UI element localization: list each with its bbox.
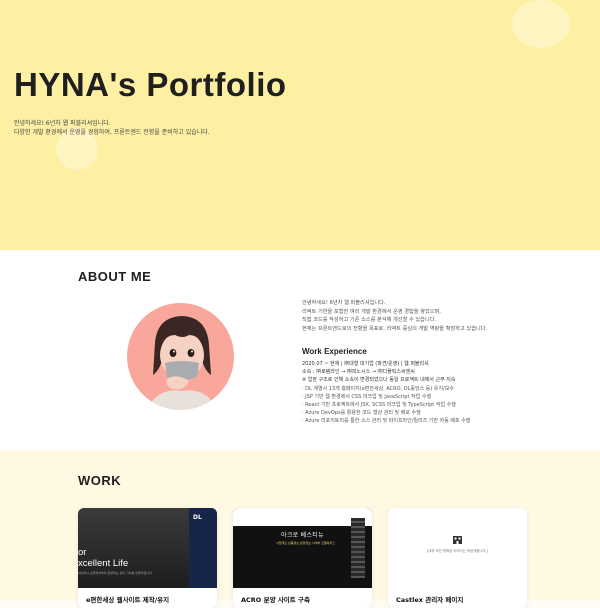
thumbnail-nav: 사업개요 상품정보 분양정보 사이버 모델하우스 bbox=[276, 541, 336, 545]
work-thumbnail: 아크로 베스티뉴 사업개요 상품정보 분양정보 사이버 모델하우스 bbox=[233, 508, 372, 588]
hero-intro: 안녕하세요! 6년차 웹 퍼블리셔입니다. 다양한 개발 환경에서 운영을 경험… bbox=[14, 119, 210, 137]
page-title: HYNA's Portfolio bbox=[14, 66, 287, 103]
experience-period: 2020.07 ~ 현재 | ㈜대형 대기업 (파견/운영) | 웹 퍼블리셔 bbox=[302, 361, 429, 367]
thumbnail-headline: or xcellent Life bbox=[78, 547, 128, 569]
work-card-eplus[interactable]: or xcellent Life 하나하나 손끝에서부터 완성되는 삶의 가치를… bbox=[78, 508, 217, 608]
about-intro: 안녕하세요! 6년차 웹 퍼블리셔입니다. 리액트 기반을 포함한 여러 개발 … bbox=[302, 299, 592, 333]
work-experience-title: Work Experience bbox=[302, 347, 367, 356]
work-thumbnail: [내부 보안 정책상 이미지는 비공개합니다.] bbox=[388, 508, 527, 588]
thumbnail-headline-line: or bbox=[78, 547, 87, 558]
experience-company: 소속 : ㈜로템라인 → ㈜피노시스 → ㈜디플릭스씨엔씨 bbox=[302, 369, 415, 376]
private-image-notice: [내부 보안 정책상 이미지는 비공개합니다.] bbox=[426, 549, 489, 553]
work-card-acro[interactable]: 아크로 베스티뉴 사업개요 상품정보 분양정보 사이버 모델하우스 ACRO 분… bbox=[233, 508, 372, 608]
about-section: ABOUT ME 안녕하세요! 6년차 웹 퍼블리셔입니다. 리액트 기반을 포… bbox=[0, 250, 600, 450]
hero-intro-line: 안녕하세요! 6년차 웹 퍼블리셔입니다. bbox=[14, 120, 111, 127]
about-intro-line: 현재는 프론트엔드로의 전향을 목표로, 리액트 중심의 개발 역량을 확장하고… bbox=[302, 325, 488, 332]
avatar bbox=[127, 303, 234, 410]
avatar-illustration bbox=[147, 316, 217, 410]
work-card-title: e편한세상 웹사이트 제작/유지 bbox=[86, 596, 170, 604]
hero-intro-line: 다양한 개발 환경에서 운영을 경험하여, 프론트엔드 전향을 준비하고 있습니… bbox=[14, 129, 210, 136]
about-intro-line: 안녕하세요! 6년차 웹 퍼블리셔입니다. bbox=[302, 300, 386, 306]
thumbnail-headline-line: xcellent Life bbox=[78, 558, 129, 569]
list-item: · React 기반 프로젝트에서 JSX, SCSS 마크업 및 TypeSc… bbox=[302, 402, 456, 409]
building-illustration bbox=[351, 518, 365, 578]
list-item: · Azure 리포지토리를 통한 소스 관리 및 파이프라인/릴리즈 기반 자… bbox=[302, 418, 471, 425]
dl-logo: DL bbox=[193, 514, 202, 521]
work-experience: 2020.07 ~ 현재 | ㈜대형 대기업 (파견/운영) | 웹 퍼블리셔 … bbox=[302, 360, 592, 426]
hero-section: HYNA's Portfolio 안녕하세요! 6년차 웹 퍼블리셔입니다. 다… bbox=[0, 0, 600, 250]
work-thumbnail: or xcellent Life 하나하나 손끝에서부터 완성되는 삶의 가치를… bbox=[78, 508, 217, 588]
building-icon bbox=[453, 536, 462, 544]
experience-list: · DL 계열사 13개 홈페이지(e편한세상, ACRO, DL홀딩스 등) … bbox=[302, 385, 592, 426]
thumbnail-headline: 아크로 베스티뉴 bbox=[281, 532, 324, 539]
list-item: · DL 계열사 13개 홈페이지(e편한세상, ACRO, DL홀딩스 등) … bbox=[302, 385, 455, 392]
list-item: · Azure DevOps를 활용한 코드 형상 관리 및 배포 수행 bbox=[302, 410, 421, 417]
about-title: ABOUT ME bbox=[78, 269, 152, 284]
work-card-title: Castlex 관리자 페이지 bbox=[396, 596, 464, 604]
thumbnail-caption: 하나하나 손끝에서부터 완성되는 삶의 가치를 만들어갑니다 bbox=[78, 571, 152, 575]
about-intro-line: 직접 코드를 작성하고 기존 소스를 분석해 개선할 수 있습니다. bbox=[302, 317, 437, 324]
decorative-circle bbox=[512, 0, 570, 48]
experience-note: ※ 업장 구조로 인해 소속이 변경되었으나 동일 프로젝트 내에서 근무 지속 bbox=[302, 377, 456, 384]
work-card-title: ACRO 분양 사이트 구축 bbox=[241, 596, 310, 604]
work-title: WORK bbox=[78, 473, 122, 488]
about-intro-line: 리액트 기반을 포함한 여러 개발 환경에서 운영 경험을 쌓았으며, bbox=[302, 308, 441, 315]
list-item: · JSP 기반 웹 환경에서 CSS 마크업 및 JavaScript 작업 … bbox=[302, 393, 432, 400]
work-section: WORK or xcellent Life 하나하나 손끝에서부터 완성되는 삶… bbox=[0, 450, 600, 608]
work-card-castlex[interactable]: [내부 보안 정책상 이미지는 비공개합니다.] Castlex 관리자 페이지 bbox=[388, 508, 527, 608]
